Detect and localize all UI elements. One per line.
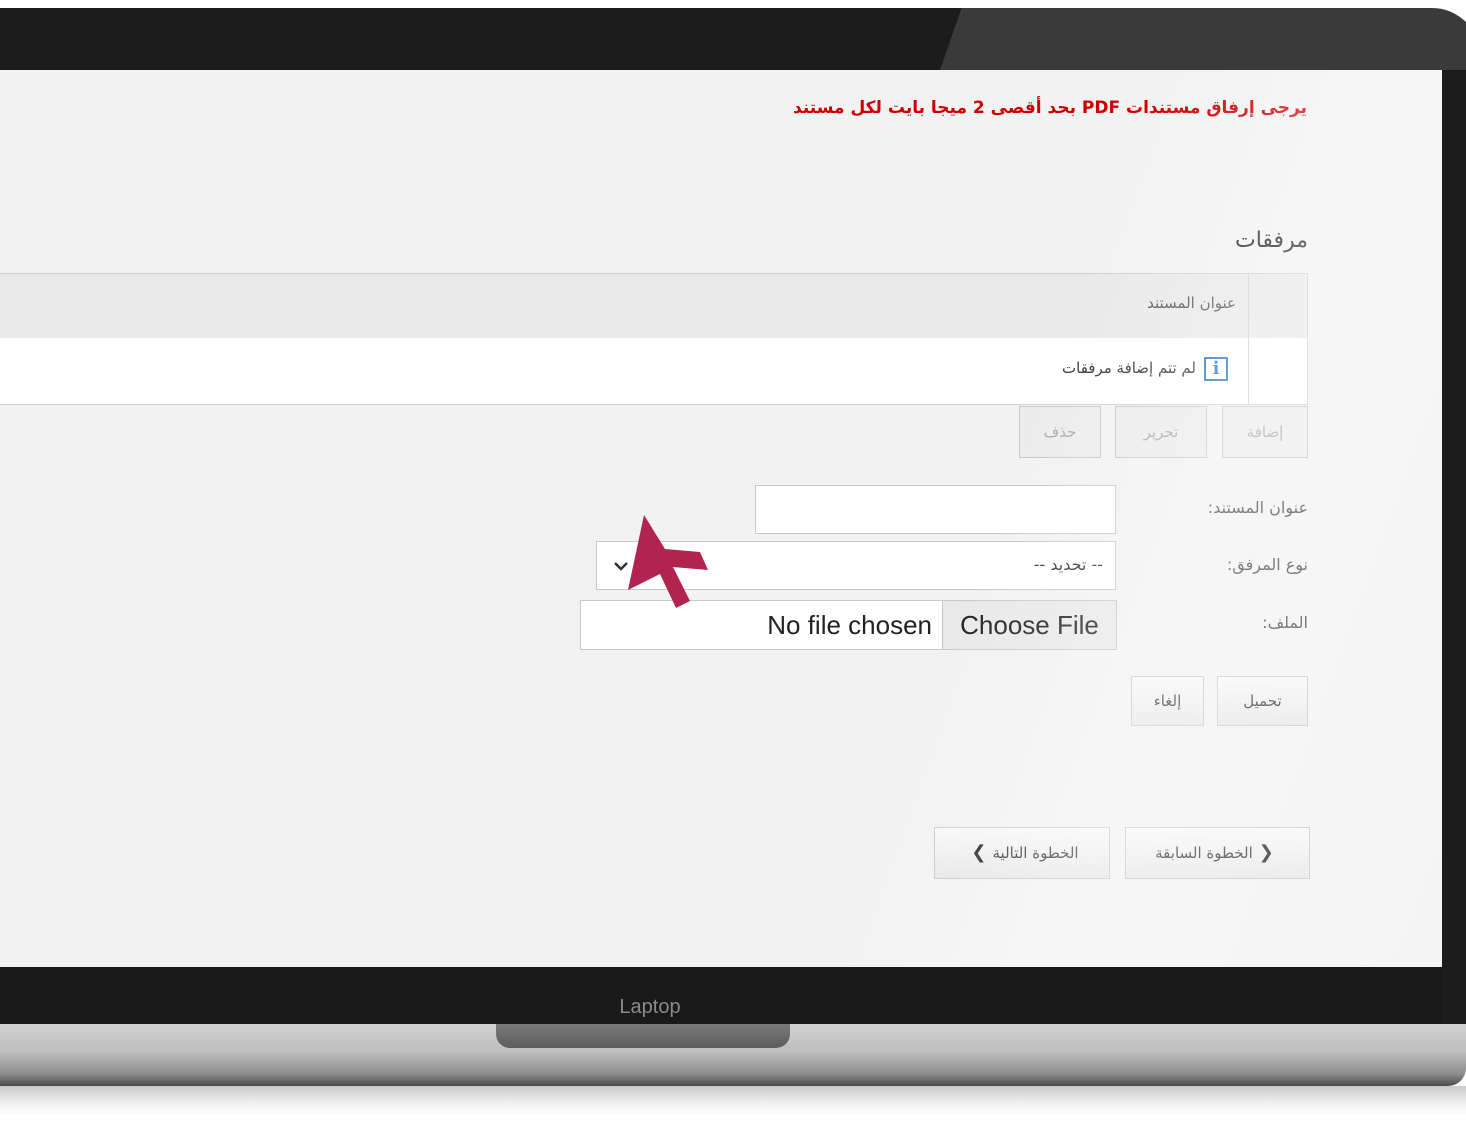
previous-step-label: الخطوة السابقة [1155,844,1253,862]
bezel-reflection [940,8,1466,70]
previous-step-button[interactable]: ❮ الخطوة السابقة [1125,827,1310,879]
document-title-input[interactable] [755,485,1116,534]
grid-empty-row: i لم تتم إضافة مرفقات [0,338,1308,405]
file-label: الملف: [1262,613,1308,632]
grid-select-cell [1248,338,1308,404]
attachment-type-selected: -- تحديد -- [1033,555,1103,574]
column-header-document-title[interactable]: عنوان المستند [1147,294,1236,312]
empty-grid-message: لم تتم إضافة مرفقات [1062,359,1196,377]
upload-notice: يرجى إرفاق مستندات PDF بحد أقصى 2 ميجا ب… [793,98,1307,118]
laptop-brand-label: Laptop [619,996,681,1018]
info-icon: i [1204,357,1228,381]
no-file-chosen-text: No file chosen [767,610,932,640]
edit-attachment-button[interactable]: تحرير [1115,406,1207,458]
choose-file-button[interactable]: Choose File [942,601,1116,649]
laptop-shadow [0,1086,1466,1116]
grid-select-column-header [1248,274,1308,338]
pointer-arrow-icon [628,515,708,608]
laptop-screen: يرجى إرفاق مستندات PDF بحد أقصى 2 ميجا ب… [0,70,1442,967]
chevron-left-icon: ❮ [1258,842,1274,863]
grid-header: عنوان المستند [0,273,1308,339]
upload-button[interactable]: تحميل [1217,676,1308,726]
laptop-base-notch [496,1024,790,1048]
delete-attachment-button[interactable]: حذف [1019,406,1101,458]
chevron-left-icon: ❯ [971,842,987,863]
attachments-title: مرفقات [1235,228,1308,253]
document-title-label: عنوان المستند: [1207,498,1308,517]
add-attachment-button[interactable]: إضافة [1222,406,1308,458]
attachment-type-label: نوع المرفق: [1226,555,1308,574]
next-step-button[interactable]: الخطوة التالية ❯ [934,827,1110,879]
cancel-button[interactable]: إلغاء [1131,676,1204,726]
next-step-label: الخطوة التالية [992,844,1079,862]
